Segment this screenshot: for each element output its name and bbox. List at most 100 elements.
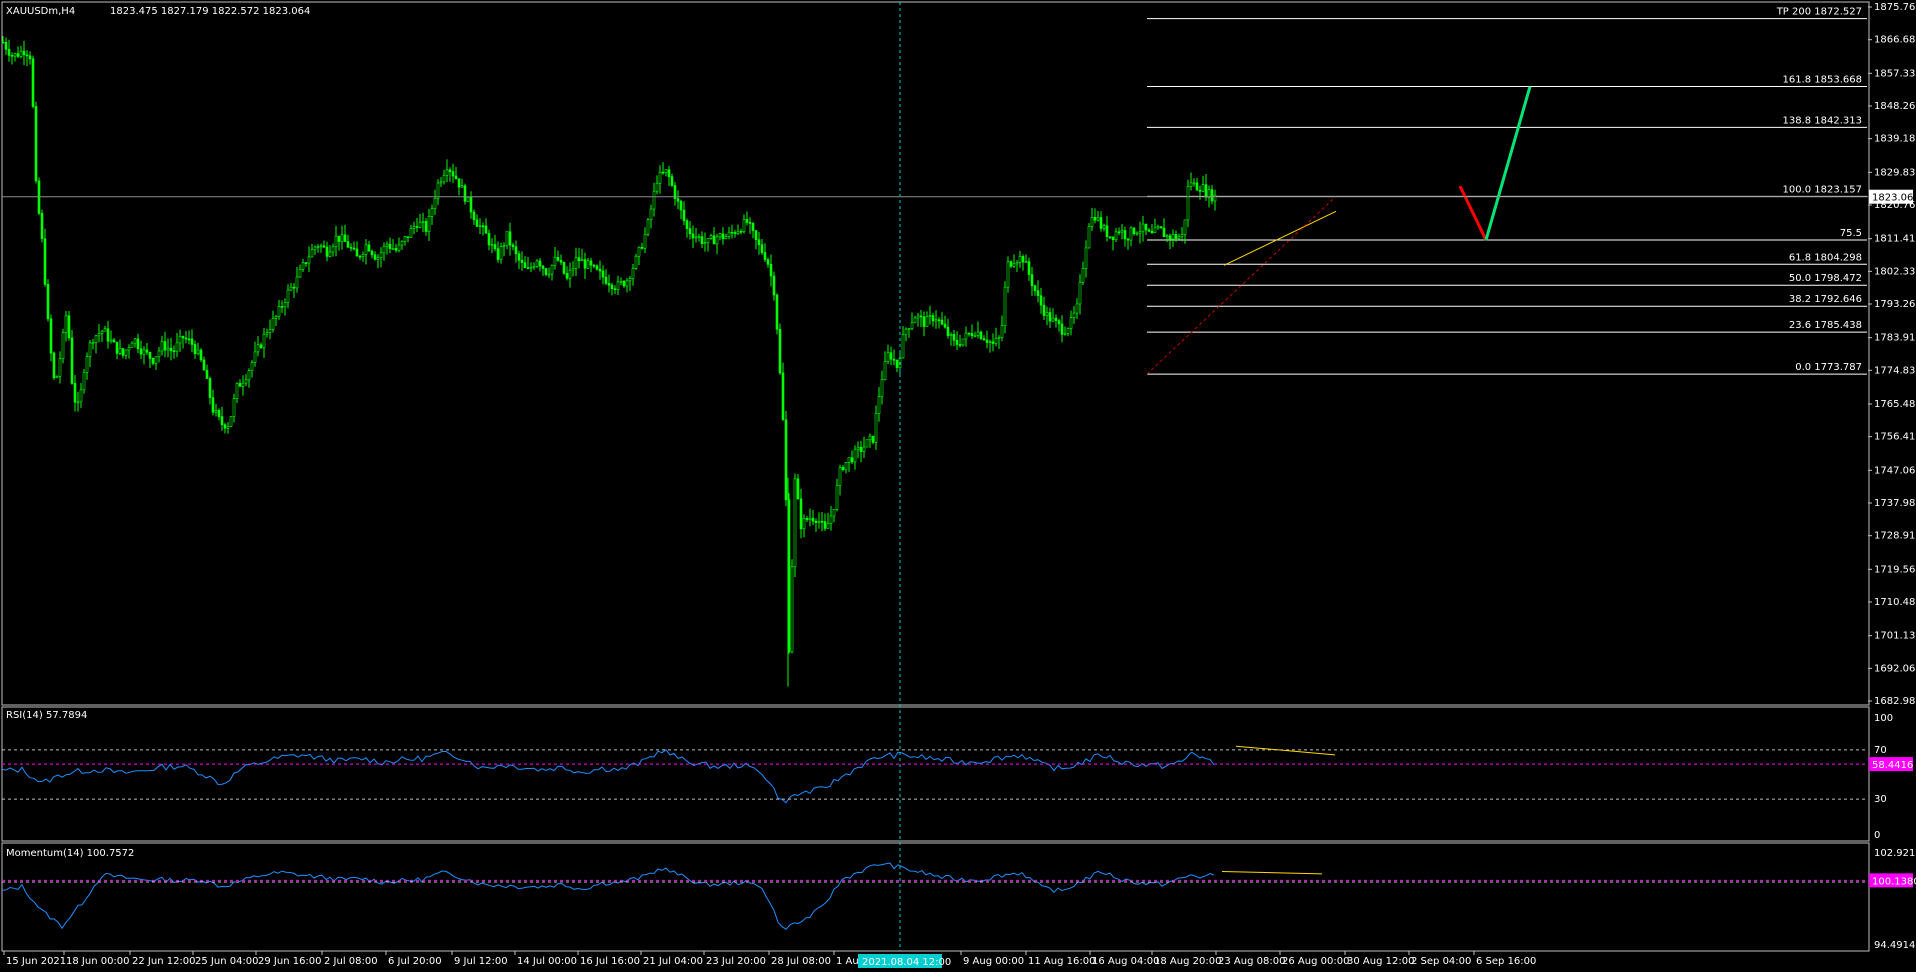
trading-chart[interactable]: TP 200 1872.527 161.8 1853.668 138.8 1842.…: [0, 0, 1916, 972]
time-tick-label: 28 Jul 08:00: [771, 956, 831, 967]
candle-body: [850, 457, 854, 463]
candle-body: [358, 255, 362, 258]
candle-body: [481, 225, 485, 228]
candle-body: [832, 509, 836, 517]
candle-body: [718, 233, 722, 238]
candle-body: [979, 331, 983, 339]
candle-body: [1096, 217, 1100, 221]
fib-level-label: 75.5: [1840, 228, 1862, 239]
candle-body: [817, 520, 821, 523]
candle-body: [13, 53, 17, 57]
candle-body: [874, 413, 878, 443]
time-tick-label: 21 Jul 04:00: [643, 956, 703, 967]
candle-body: [178, 336, 182, 344]
candle-body: [601, 270, 605, 278]
time-tick-label: 11 Aug 16:00: [1028, 956, 1095, 967]
candle-body: [655, 182, 659, 192]
candle-body: [814, 520, 818, 523]
price-tick-label: 1829.835: [1874, 167, 1916, 178]
indicator-current-label: 58.4416: [1872, 760, 1913, 771]
candle-body: [142, 349, 146, 355]
candle-body: [1078, 281, 1082, 305]
candle-body: [640, 246, 644, 249]
candle-body: [232, 398, 236, 417]
candle-body: [637, 246, 641, 257]
candle-body: [763, 252, 767, 260]
candle-body: [121, 348, 125, 356]
candle-body: [823, 521, 827, 529]
candle-body: [349, 246, 353, 249]
candle-body: [97, 333, 101, 337]
candle-body: [742, 219, 746, 232]
candle-body: [421, 221, 425, 223]
candle-body: [952, 334, 956, 341]
candle-body: [373, 254, 377, 260]
candle-body: [571, 268, 575, 271]
candle-body: [1195, 182, 1199, 191]
candle-body: [679, 200, 683, 211]
candle-body: [286, 289, 290, 303]
candle-body: [1177, 236, 1181, 239]
candle-body: [688, 228, 692, 235]
candle-body: [916, 315, 920, 319]
candle-body: [994, 337, 998, 344]
candle-body: [343, 234, 347, 242]
candle-body: [1156, 226, 1160, 229]
candle-body: [838, 467, 842, 486]
time-tick-label: 15 Jun 2021: [6, 956, 66, 967]
candle-body: [538, 260, 542, 267]
candle-body: [364, 244, 368, 255]
candle-body: [919, 315, 923, 318]
candle-body: [667, 169, 671, 177]
candle-body: [415, 226, 419, 228]
candle-body: [1084, 247, 1088, 269]
candle-body: [304, 262, 308, 264]
candle-body: [73, 383, 77, 403]
candle-body: [403, 236, 407, 242]
candle-body: [445, 169, 449, 176]
candle-body: [298, 269, 302, 278]
candle-body: [280, 306, 284, 308]
candle-body: [130, 342, 134, 348]
candle-body: [502, 245, 506, 248]
candle-body: [436, 182, 440, 199]
candle-body: [406, 236, 410, 238]
candle-body: [703, 242, 707, 244]
candle-body: [682, 209, 686, 221]
candle-body: [463, 185, 467, 202]
candle-body: [193, 344, 197, 355]
candle-body: [1015, 262, 1019, 265]
candle-body: [154, 356, 158, 364]
candle-body: [1189, 182, 1193, 187]
candle-body: [793, 478, 797, 568]
candle-body: [685, 220, 689, 229]
candle-body: [781, 372, 785, 421]
time-tick-label: 23 Jul 20:00: [706, 956, 766, 967]
candle-body: [1114, 231, 1118, 241]
price-tick-label: 1848.260: [1874, 101, 1916, 112]
candle-body: [721, 233, 725, 240]
price-tick-label: 1719.560: [1874, 564, 1916, 575]
candle-body: [91, 342, 95, 344]
candle-body: [85, 356, 89, 373]
candle-body: [70, 337, 74, 384]
candle-body: [970, 333, 974, 337]
candle-body: [1054, 317, 1058, 321]
candle-body: [22, 50, 26, 56]
candle-body: [124, 349, 128, 356]
candle-body: [385, 243, 389, 247]
candle-body: [148, 351, 152, 359]
candle-body: [163, 341, 167, 351]
candle-body: [181, 336, 185, 339]
candle-body: [103, 328, 107, 332]
candle-body: [1168, 235, 1172, 240]
candle-body: [28, 55, 32, 59]
candle-body: [1069, 317, 1073, 329]
candle-body: [1147, 229, 1151, 232]
symbol-title: XAUUSDm,H4: [6, 6, 75, 17]
candle-body: [325, 246, 329, 257]
candle-body: [448, 169, 452, 172]
candle-body: [889, 352, 893, 360]
time-tick-label: 2 Jul 08:00: [324, 956, 378, 967]
price-tick-label: 1756.410: [1874, 432, 1916, 443]
